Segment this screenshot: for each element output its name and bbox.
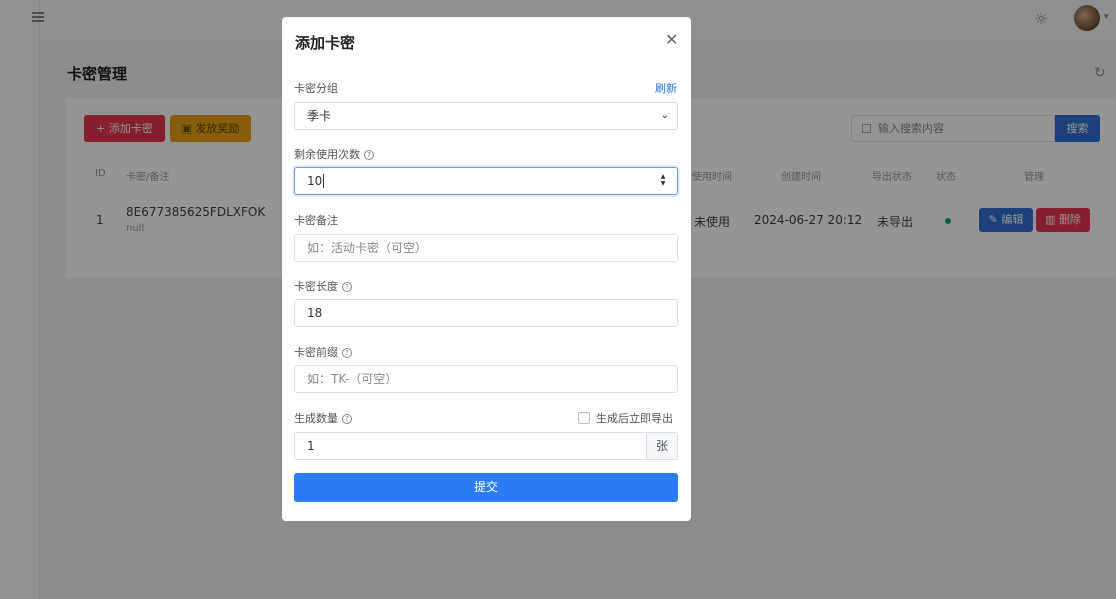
length-label-text: 卡密长度 — [294, 280, 338, 293]
remark-input[interactable]: 如：活动卡密（可空） — [294, 234, 678, 262]
help-icon[interactable]: ? — [342, 282, 352, 292]
export-checkbox[interactable] — [578, 412, 590, 424]
chevron-down-icon: ⌄ — [660, 110, 669, 121]
group-select-value: 季卡 — [307, 109, 332, 123]
help-icon[interactable]: ? — [342, 348, 352, 358]
help-icon[interactable]: ? — [342, 414, 352, 424]
group-label: 卡密分组 — [294, 82, 338, 95]
length-label: 卡密长度? — [294, 278, 352, 294]
quantity-suffix: 张 — [646, 433, 677, 459]
export-checkbox-label: 生成后立即导出 — [596, 412, 673, 425]
submit-button[interactable]: 提交 — [294, 473, 678, 502]
remark-label: 卡密备注 — [294, 214, 338, 227]
quantity-label: 生成数量? — [294, 410, 352, 426]
length-input[interactable]: 18 — [294, 299, 678, 327]
quantity-input[interactable]: 1 张 — [294, 432, 678, 460]
uses-label: 剩余使用次数? — [294, 146, 374, 162]
refresh-group-link[interactable]: 刷新 — [655, 80, 677, 96]
prefix-label: 卡密前缀? — [294, 344, 352, 360]
uses-input-value: 10 — [307, 174, 323, 188]
add-card-dialog: 添加卡密 ✕ 卡密分组 刷新 季卡 ⌄ 剩余使用次数? 10 ▲ ▼ 卡密备注 如… — [282, 17, 691, 521]
quantity-label-text: 生成数量 — [294, 412, 338, 425]
help-icon[interactable]: ? — [364, 150, 374, 160]
prefix-label-text: 卡密前缀 — [294, 346, 338, 359]
uses-label-text: 剩余使用次数 — [294, 148, 360, 161]
prefix-input[interactable]: 如：TK-（可空） — [294, 365, 678, 393]
uses-input[interactable]: 10 ▲ ▼ — [294, 167, 678, 195]
text-cursor — [323, 174, 325, 188]
close-icon[interactable]: ✕ — [665, 32, 678, 48]
group-select[interactable]: 季卡 ⌄ — [294, 102, 678, 130]
quantity-input-value: 1 — [307, 439, 315, 453]
spinner-icon[interactable]: ▲ ▼ — [659, 173, 667, 187]
dialog-title: 添加卡密 — [295, 34, 356, 52]
export-checkbox-row[interactable]: 生成后立即导出 — [578, 410, 673, 426]
